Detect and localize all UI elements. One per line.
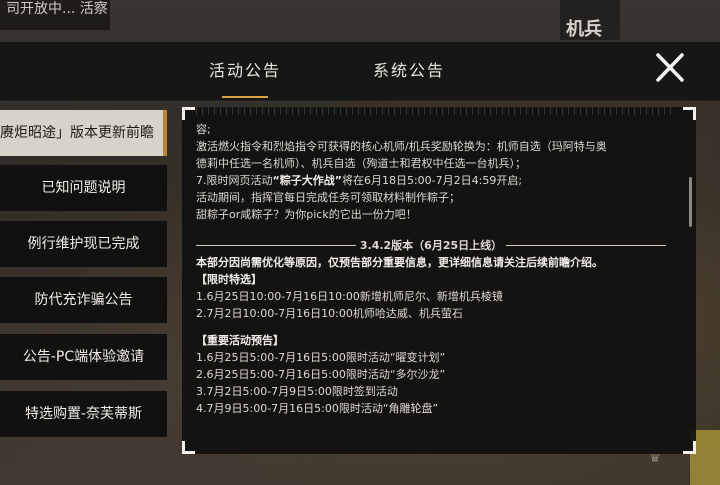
divider-dash [506,245,666,246]
preview-notice: 本部分因尚需优化等原因，仅预告部分重要信息，更详细信息请关注后续前瞻介绍。 [196,256,603,269]
body-line: 4.7月9日5:00-7月16日5:00限时活动“角雕轮盘” [196,402,439,415]
panel-corner [683,107,696,120]
tab-event-announcements[interactable]: 活动公告 [204,42,286,100]
body-line: 德莉中任选一名机师）、机兵自选（殉道士和君权中任选一台机兵）； [196,157,526,170]
body-line: 激活燃火指令和烈焰指令可获得的核心机师/机兵奖励轮换为：机师自选（玛阿特与奥 [196,140,607,153]
panel-ruler-decoration [196,107,676,115]
sidebar-item-maintenance[interactable]: 例行维护现已完成 [0,221,167,267]
event-name-highlight: “粽子大作战” [272,174,342,187]
body-line: 容; [196,123,211,136]
sidebar-item-known-issues[interactable]: 已知问题说明 [0,165,167,211]
tab-system-announcements[interactable]: 系统公告 [368,42,450,100]
body-line: 1.6月25日10:00-7月16日10:00新增机师尼尔、新增机兵棱镜 [196,290,503,303]
divider-dash [196,245,356,246]
sidebar-item-pc-invite[interactable]: 公告-PC端体验邀请 [0,334,167,380]
close-x-icon [656,53,684,82]
body-line: 2.7月2日10:00-7月16日10:00机师哈达威、机兵萤石 [196,307,463,320]
version-divider: 3.4.2版本（6月25日上线） [196,237,666,254]
sidebar-item-special-purchase[interactable]: 特选购置-奈芙蒂斯 [0,391,167,437]
section-title-limited: 【限时特选】 [196,273,262,286]
announcement-header [0,42,720,101]
body-line: 7.限时网页活动“粽子大作战”将在6月18日5:00-7月2日4:59开启; [196,172,666,189]
content-scrollbar[interactable] [689,177,692,227]
sidebar-item-version-preview[interactable]: 赓炬昭途」版本更新前瞻 [0,110,167,156]
body-text: 7.限时网页活动 [196,174,273,187]
body-text: 将在6月18日5:00-7月2日4:59开启; [341,174,523,187]
body-line: 甜粽子or咸粽子？为你pick的它出一份力吧！ [196,208,417,221]
version-heading: 3.4.2版本（6月25日上线） [359,239,503,252]
body-line: 1.6月25日5:00-7月16日5:00限时活动“曜变计划” [196,351,446,364]
background-banner-text: 司开放中... 活察 [0,0,110,30]
panel-corner [182,441,195,454]
section-title-events: 【重要活动预告】 [196,334,284,347]
announcement-content-panel[interactable]: 容; 激活燃火指令和烈焰指令可获得的核心机师/机兵奖励轮换为：机师自选（玛阿特与… [182,107,696,454]
body-line: 活动期间，指挥官每日完成任务可领取材料制作粽子； [196,191,460,204]
close-button[interactable] [650,50,690,86]
panel-corner [683,441,696,454]
body-line: 2.6月25日5:00-7月16日5:00限时活动“多尔沙龙” [196,368,446,381]
announcement-body: 容; 激活燃火指令和烈焰指令可获得的核心机师/机兵奖励轮换为：机师自选（玛阿特与… [196,121,666,446]
body-line: 3.7月2日5:00-7月9日5:00限时签到活动 [196,385,398,398]
sidebar-item-anti-fraud[interactable]: 防代充诈骗公告 [0,277,167,323]
panel-corner [182,107,195,120]
background-mecha-label: 机兵 [560,0,620,40]
